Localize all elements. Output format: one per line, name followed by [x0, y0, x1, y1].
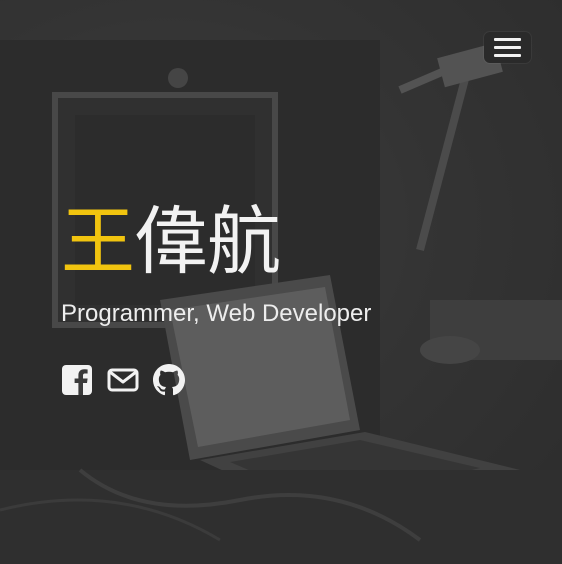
- name-first-character: 王: [61, 199, 135, 285]
- facebook-link[interactable]: [61, 364, 93, 396]
- hamburger-menu-icon: [494, 38, 521, 41]
- email-icon: [107, 368, 139, 392]
- hamburger-menu-icon: [494, 54, 521, 57]
- page-title: 王偉航: [61, 196, 371, 288]
- facebook-icon: [62, 365, 92, 395]
- github-icon: [153, 364, 185, 396]
- hero-section: 王偉航 Programmer, Web Developer: [0, 0, 562, 564]
- hero-content: 王偉航 Programmer, Web Developer: [61, 196, 371, 396]
- email-link[interactable]: [107, 364, 139, 396]
- hamburger-menu-icon: [494, 46, 521, 49]
- menu-button[interactable]: [484, 32, 531, 63]
- github-link[interactable]: [153, 364, 185, 396]
- subtitle: Programmer, Web Developer: [61, 300, 372, 327]
- name-rest: 偉航: [134, 199, 281, 285]
- social-links: [61, 364, 371, 396]
